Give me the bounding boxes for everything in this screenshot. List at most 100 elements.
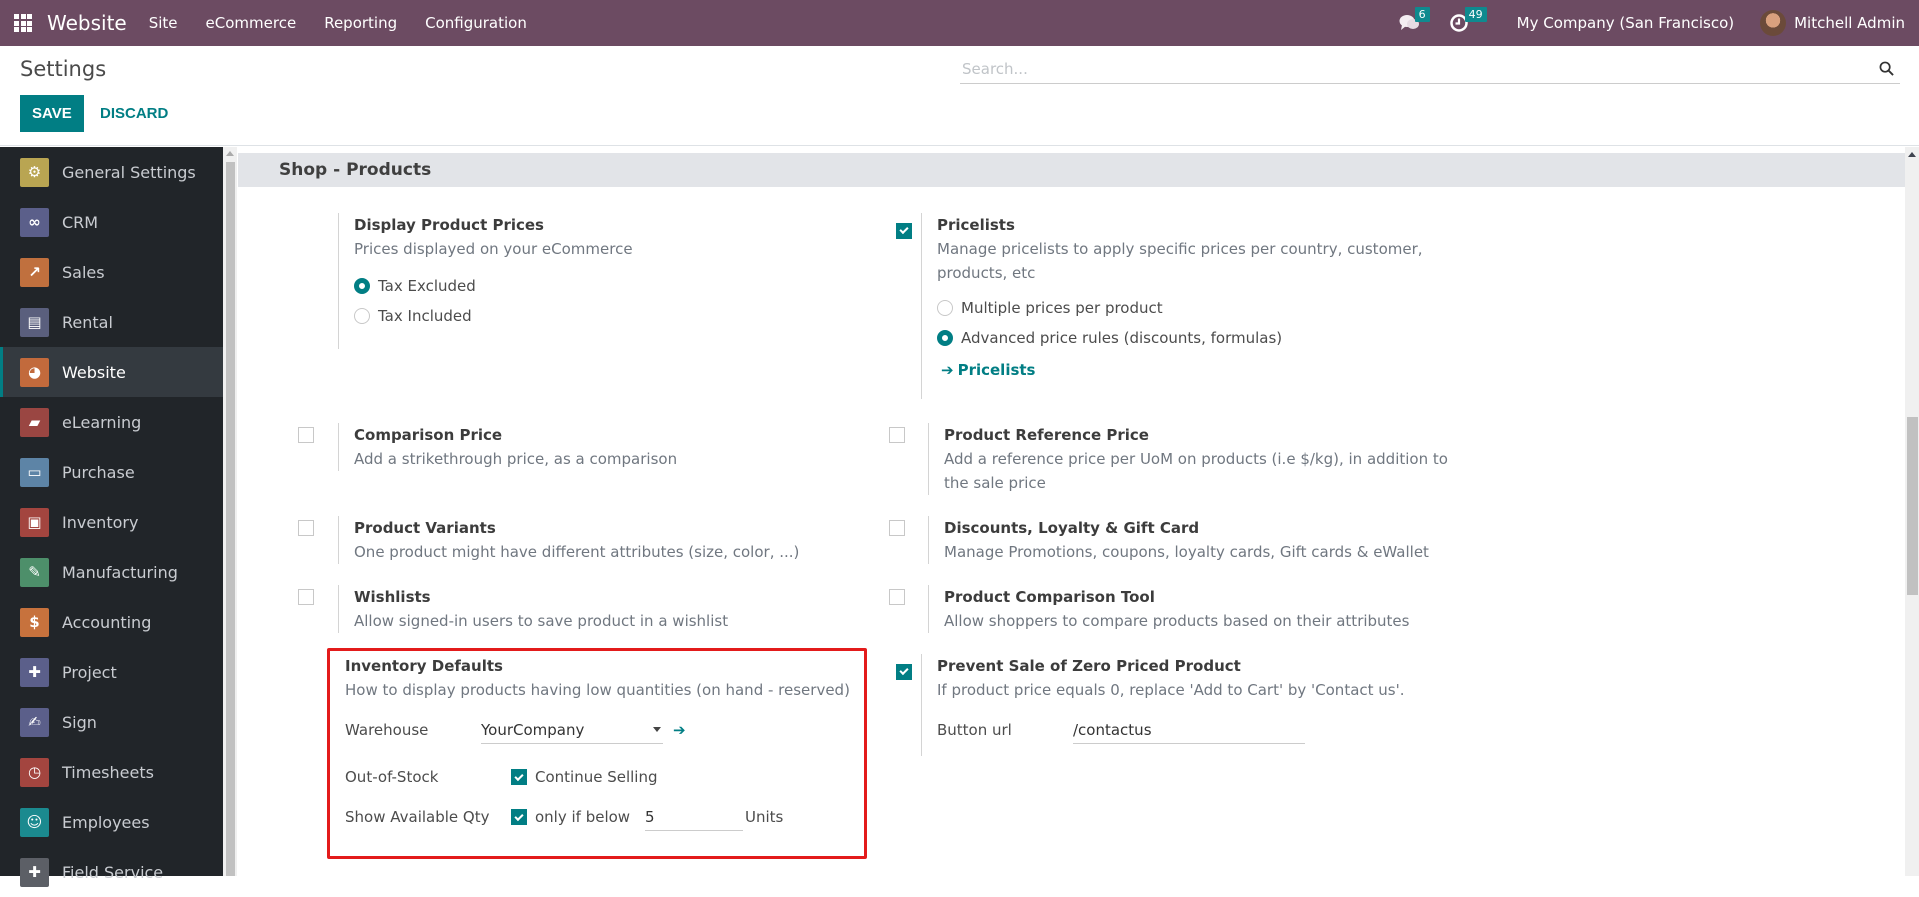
box-icon: ▣ — [20, 507, 49, 537]
control-panel: Settings SAVE DISCARD — [0, 46, 1919, 146]
setting-title: Display Product Prices — [354, 216, 544, 234]
user-menu[interactable]: Mitchell Admin — [1794, 14, 1905, 32]
sidebar-item-label: Sales — [62, 262, 105, 282]
setting-desc: Add a reference price per UoM on product… — [944, 450, 1448, 492]
scroll-up-arrow-icon[interactable] — [1908, 152, 1916, 157]
sidebar-item-inventory[interactable]: ▣ Inventory — [0, 497, 223, 547]
card-icon: ▭ — [20, 457, 49, 487]
search-icon[interactable] — [1879, 61, 1894, 76]
sidebar-item-label: Rental — [62, 312, 113, 332]
save-button[interactable]: SAVE — [20, 95, 84, 132]
invoice-icon: $ — [20, 607, 49, 637]
radio-button[interactable] — [354, 308, 370, 324]
radio-multiple-prices[interactable]: Multiple prices per product — [937, 293, 1441, 323]
sidebar-item-label: Timesheets — [62, 762, 154, 782]
globe-icon: ◕ — [20, 357, 49, 387]
product-variants-checkbox[interactable] — [298, 520, 314, 536]
button-url-row: Button url /contactus — [937, 712, 1461, 748]
puzzle-icon: ✚ — [20, 657, 49, 687]
radio-tax-excluded[interactable]: Tax Excluded — [354, 271, 838, 301]
sidebar-item-manufacturing[interactable]: ✎ Manufacturing — [0, 547, 223, 597]
sidebar-item-field-service[interactable]: ✚ Field Service — [0, 847, 223, 897]
app-name[interactable]: Website — [47, 11, 127, 35]
sidebar-scroll-thumb[interactable] — [226, 162, 235, 876]
handshake-icon: ∞ — [20, 207, 49, 237]
messages-button[interactable]: 6 — [1399, 7, 1430, 33]
radio-button[interactable] — [354, 278, 370, 294]
activities-button[interactable]: 49 — [1449, 7, 1487, 33]
scroll-up-arrow-icon[interactable] — [226, 151, 234, 156]
sidebar-item-label: Purchase — [62, 462, 135, 482]
sidebar-item-label: Website — [62, 362, 126, 382]
page-title: Settings — [20, 57, 107, 81]
reference-price-checkbox[interactable] — [889, 427, 905, 443]
sidebar-item-label: General Settings — [62, 162, 196, 182]
sidebar-item-purchase[interactable]: ▭ Purchase — [0, 447, 223, 497]
sidebar-item-accounting[interactable]: $ Accounting — [0, 597, 223, 647]
radio-tax-included[interactable]: Tax Included — [354, 301, 838, 331]
radio-label: Advanced price rules (discounts, formula… — [961, 329, 1283, 347]
section-title: Shop - Products — [238, 153, 1905, 187]
setting-title: Pricelists — [937, 216, 1015, 234]
menu-site[interactable]: Site — [149, 14, 178, 32]
loyalty-checkbox[interactable] — [889, 520, 905, 536]
setting-title: Discounts, Loyalty & Gift Card — [944, 519, 1200, 537]
setting-title: Prevent Sale of Zero Priced Product — [937, 657, 1241, 675]
radio-label: Tax Excluded — [378, 277, 476, 295]
sidebar-item-employees[interactable]: ☺ Employees — [0, 797, 223, 847]
sidebar-item-elearning[interactable]: ▰ eLearning — [0, 397, 223, 447]
sidebar-item-sign[interactable]: ✍ Sign — [0, 697, 223, 747]
radio-button[interactable] — [937, 330, 953, 346]
button-url-label: Button url — [937, 721, 1012, 739]
content-scroll-thumb[interactable] — [1907, 417, 1918, 595]
link-label: Pricelists — [957, 361, 1036, 379]
setting-desc: Allow shoppers to compare products based… — [944, 612, 1410, 630]
setting-desc: If product price equals 0, replace 'Add … — [937, 681, 1405, 699]
company-switcher[interactable]: My Company (San Francisco) — [1517, 14, 1734, 32]
sidebar-item-label: Employees — [62, 812, 150, 832]
sidebar-scrollbar[interactable] — [223, 147, 237, 876]
radio-label: Tax Included — [378, 307, 472, 325]
sidebar-item-general-settings[interactable]: ⚙ General Settings — [0, 147, 223, 197]
sidebar-item-label: Project — [62, 662, 117, 682]
setting-desc: Manage Promotions, coupons, loyalty card… — [944, 543, 1429, 561]
radio-advanced-rules[interactable]: Advanced price rules (discounts, formula… — [937, 323, 1441, 353]
setting-title: Product Variants — [354, 519, 496, 537]
sidebar-item-rental[interactable]: ▤ Rental — [0, 297, 223, 347]
puzzle-clock-icon: ✚ — [20, 857, 49, 887]
radio-label: Multiple prices per product — [961, 299, 1163, 317]
content-scrollbar[interactable] — [1905, 147, 1919, 876]
sidebar-item-label: Accounting — [62, 612, 152, 632]
stopwatch-icon: ◷ — [20, 757, 49, 787]
discard-button[interactable]: DISCARD — [96, 95, 172, 132]
sidebar-item-label: Sign — [62, 712, 97, 732]
arrow-right-icon: ➔ — [941, 361, 954, 379]
setting-desc: Prices displayed on your eCommerce — [354, 240, 633, 258]
setting-desc: One product might have different attribu… — [354, 543, 800, 561]
people-icon: ☺ — [20, 807, 49, 837]
top-navbar: Website Site eCommerce Reporting Configu… — [0, 0, 1919, 46]
pricelists-checkbox[interactable] — [896, 222, 912, 239]
sidebar-item-website[interactable]: ◕ Website — [0, 347, 223, 397]
sidebar-item-sales[interactable]: ↗ Sales — [0, 247, 223, 297]
sidebar-item-timesheets[interactable]: ◷ Timesheets — [0, 747, 223, 797]
radio-button[interactable] — [937, 300, 953, 316]
zero-priced-checkbox[interactable] — [896, 663, 912, 680]
wishlists-checkbox[interactable] — [298, 589, 314, 605]
comparison-price-checkbox[interactable] — [298, 427, 314, 443]
messages-badge: 6 — [1414, 7, 1430, 22]
menu-configuration[interactable]: Configuration — [425, 14, 527, 32]
sidebar-item-crm[interactable]: ∞ CRM — [0, 197, 223, 247]
search-input[interactable] — [960, 59, 1840, 78]
grid-icon[interactable] — [14, 14, 32, 32]
menu-reporting[interactable]: Reporting — [324, 14, 397, 32]
avatar[interactable] — [1760, 10, 1787, 36]
button-url-input[interactable]: /contactus — [1073, 716, 1305, 744]
sidebar-item-label: Inventory — [62, 512, 139, 532]
settings-sidebar: ⚙ General Settings ∞ CRM ↗ Sales ▤ Rental ◕ Websi… — [0, 147, 223, 887]
comparison-tool-checkbox[interactable] — [889, 589, 905, 605]
pricelists-link[interactable]: ➔ Pricelists — [937, 361, 1441, 379]
sidebar-item-project[interactable]: ✚ Project — [0, 647, 223, 697]
setting-desc: Manage pricelists to apply specific pric… — [937, 240, 1423, 282]
menu-ecommerce[interactable]: eCommerce — [206, 14, 297, 32]
